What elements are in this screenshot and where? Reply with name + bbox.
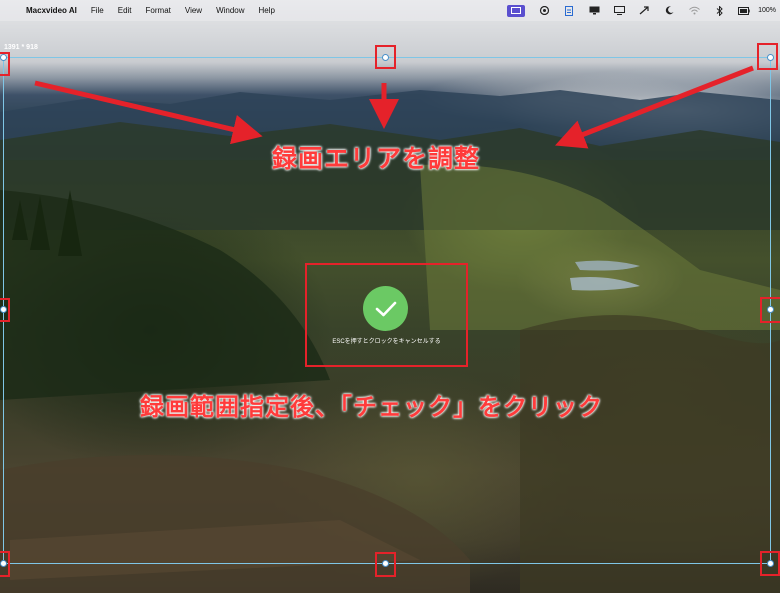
menu-bar: Macxvideo AI File Edit Format View Windo… bbox=[0, 0, 780, 21]
moon-icon[interactable] bbox=[663, 6, 675, 16]
display-icon[interactable] bbox=[588, 6, 600, 16]
confirm-button[interactable] bbox=[363, 286, 408, 331]
text-icon[interactable] bbox=[563, 5, 575, 16]
cc-icon[interactable] bbox=[538, 6, 550, 16]
highlight-bottom-right bbox=[760, 551, 780, 576]
wifi-icon[interactable] bbox=[688, 6, 700, 16]
app-menu[interactable]: Macxvideo AI bbox=[26, 6, 77, 15]
highlight-bottom-center bbox=[375, 552, 396, 577]
highlight-top-right bbox=[757, 43, 778, 70]
highlight-top-center bbox=[375, 45, 396, 69]
menu-help[interactable]: Help bbox=[259, 6, 275, 15]
status-area: 100% bbox=[494, 0, 776, 21]
highlight-middle-left bbox=[0, 298, 10, 322]
esc-hint-text: ESCを押すとクロックをキャンセルする bbox=[332, 339, 441, 345]
capture-dimensions: 1391 * 918 bbox=[4, 44, 38, 51]
screen-record-icon[interactable] bbox=[507, 4, 526, 17]
monitor-icon[interactable] bbox=[613, 6, 625, 16]
annotation-click-check: 録画範囲指定後、「チェック」をクリック bbox=[140, 393, 603, 421]
highlight-bottom-left bbox=[0, 551, 10, 577]
menu-window[interactable]: Window bbox=[216, 6, 244, 15]
menu-edit[interactable]: Edit bbox=[118, 6, 132, 15]
menu-view[interactable]: View bbox=[185, 6, 202, 15]
bluetooth-icon[interactable] bbox=[713, 5, 725, 16]
highlight-middle-right bbox=[760, 297, 780, 323]
battery-icon[interactable] bbox=[738, 6, 750, 16]
battery-percent: 100% bbox=[758, 7, 776, 14]
menu-file[interactable]: File bbox=[91, 6, 104, 15]
highlight-top-left bbox=[0, 52, 10, 76]
checkmark-icon bbox=[375, 301, 396, 316]
annotation-adjust-area: 録画エリアを調整 bbox=[272, 144, 481, 173]
menu-format[interactable]: Format bbox=[146, 6, 171, 15]
share-icon[interactable] bbox=[638, 6, 650, 16]
